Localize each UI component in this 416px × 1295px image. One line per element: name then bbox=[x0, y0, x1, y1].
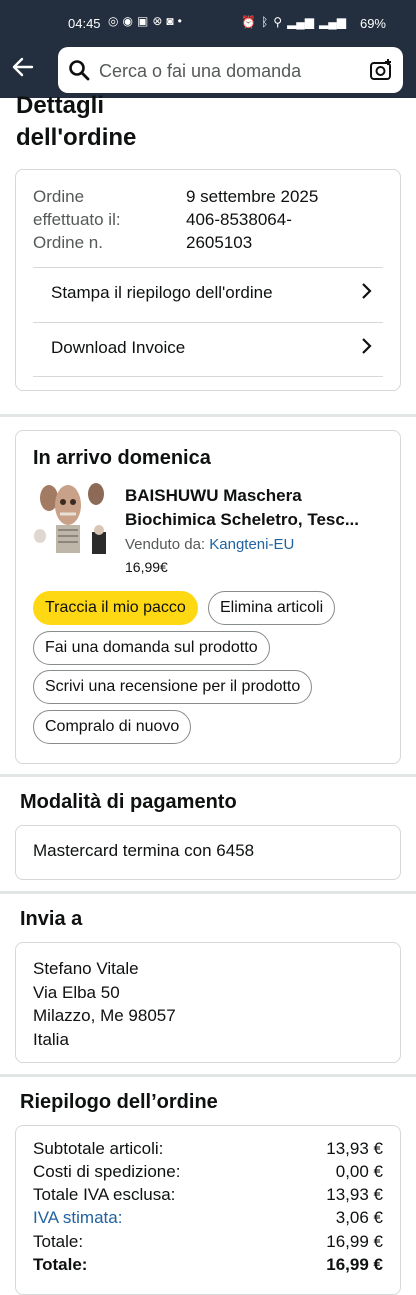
order-number-label: Ordine n. bbox=[33, 233, 103, 252]
system-icons: ⏰ ᛒ ⚲ ▂▄▆ ▂▄▆ bbox=[241, 15, 346, 29]
address-block: Stefano Vitale Via Elba 50 Milazzo, Me 9… bbox=[33, 959, 176, 1049]
chevron-right-icon bbox=[361, 282, 373, 306]
print-summary-link[interactable]: Stampa il riepilogo dell'ordine bbox=[33, 267, 383, 321]
chevron-right-icon bbox=[361, 337, 373, 361]
camera-search-icon[interactable] bbox=[369, 58, 393, 82]
clock: 04:45 bbox=[68, 16, 101, 31]
buy-again-button[interactable]: Compralo di nuovo bbox=[33, 710, 192, 744]
location-icon: ⚲ bbox=[273, 15, 283, 29]
shipping-heading: Invia a bbox=[20, 908, 83, 930]
app-icon: ⊗ bbox=[152, 14, 163, 28]
summary-row-shipping: Costi di spedizione: 0,00 € bbox=[33, 1162, 383, 1181]
order-number-value: 406-8538064- 2605103 bbox=[186, 210, 292, 252]
product-price: 16,99€ bbox=[125, 559, 168, 575]
section-divider bbox=[0, 891, 416, 894]
app-icon: ◉ bbox=[122, 14, 133, 28]
summary-row-subtotal: Subtotale articoli: 13,93 € bbox=[33, 1139, 383, 1158]
delete-items-button[interactable]: Elimina articoli bbox=[208, 591, 336, 625]
search-placeholder: Cerca o fai una domanda bbox=[99, 61, 302, 81]
summary-row-total: Totale: 16,99 € bbox=[33, 1232, 383, 1251]
seller-link[interactable]: Kangteni-EU bbox=[209, 536, 294, 553]
instagram-icon: ◙ bbox=[166, 14, 174, 28]
summary-row-total-ex-vat: Totale IVA esclusa: 13,93 € bbox=[33, 1185, 383, 1204]
order-date-value: 9 settembre 2025 bbox=[186, 187, 319, 206]
product-title-link[interactable]: BAISHUWU Maschera Biochimica Scheletro, … bbox=[125, 484, 387, 532]
track-package-button[interactable]: Traccia il mio pacco bbox=[33, 591, 198, 625]
search-icon bbox=[69, 60, 90, 81]
bluetooth-icon: ᛒ bbox=[261, 15, 269, 29]
status-bar: 04:45 ◎ ◉ ▣ ⊗ ◙ • ⏰ ᛒ ⚲ ▂▄▆ ▂▄▆ 69% bbox=[0, 0, 416, 44]
payment-card: Mastercard termina con 6458 bbox=[15, 825, 401, 880]
summary-heading: Riepilogo dell’ordine bbox=[20, 1091, 218, 1113]
shipping-address-card: Stefano Vitale Via Elba 50 Milazzo, Me 9… bbox=[15, 942, 401, 1063]
summary-row-vat: IVA stimata: 3,06 € bbox=[33, 1208, 383, 1228]
product-image[interactable] bbox=[32, 480, 112, 556]
section-divider bbox=[0, 414, 416, 417]
signal-icon: ▂▄▆ bbox=[319, 15, 346, 29]
order-date-label: Ordine effettuato il: bbox=[33, 187, 121, 229]
shipment-heading: In arrivo domenica bbox=[33, 447, 211, 469]
dot-icon: • bbox=[177, 14, 182, 28]
payment-method: Mastercard termina con 6458 bbox=[33, 841, 255, 860]
summary-row-grand-total: Totale: 16,99 € bbox=[33, 1255, 383, 1274]
back-arrow-icon[interactable] bbox=[8, 54, 38, 84]
whatsapp-icon: ◎ bbox=[108, 14, 119, 28]
search-input[interactable]: Cerca o fai una domanda bbox=[58, 47, 403, 93]
battery-level: 69% bbox=[359, 16, 386, 31]
payment-heading: Modalità di pagamento bbox=[20, 791, 237, 813]
ask-product-question-button[interactable]: Fai una domanda sul prodotto bbox=[33, 631, 270, 665]
order-info-card: Ordine effettuato il: 9 settembre 2025 O… bbox=[15, 169, 401, 391]
vat-estimate-link[interactable]: IVA stimata: bbox=[33, 1208, 122, 1228]
section-divider bbox=[0, 774, 416, 777]
section-divider bbox=[0, 1074, 416, 1077]
write-review-button[interactable]: Scrivi una recensione per il prodotto bbox=[33, 670, 313, 704]
page-title: Dettagli dell'ordine bbox=[16, 92, 137, 151]
sold-by: Venduto da: Kangteni-EU bbox=[125, 536, 295, 553]
alarm-icon: ⏰ bbox=[241, 15, 257, 29]
app-icon: ▣ bbox=[136, 14, 149, 28]
signal-icon: ▂▄▆ bbox=[287, 15, 315, 29]
notification-icons: ◎ ◉ ▣ ⊗ ◙ • bbox=[108, 14, 182, 28]
download-invoice-link[interactable]: Download Invoice bbox=[33, 322, 383, 376]
